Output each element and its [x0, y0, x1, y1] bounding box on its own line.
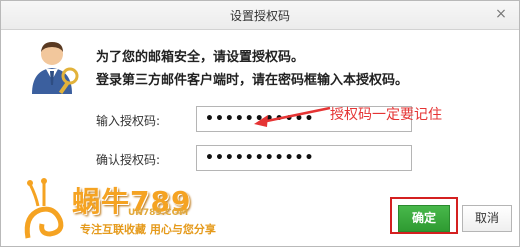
- annotation-text: 授权码一定要记住: [330, 107, 442, 123]
- annotation-arrow-icon: [254, 106, 331, 127]
- dialog-title: 设置授权码: [229, 9, 290, 23]
- watermark-slogan: 专注互联收藏 用心与您分享: [80, 223, 216, 236]
- dialog-titlebar: 设置授权码 ×: [1, 1, 519, 30]
- auth-code-label: 输入授权码:: [96, 114, 161, 128]
- security-message-line-1: 为了您的邮箱安全，请设置授权码。: [96, 50, 305, 65]
- watermark-url: UN789.COM: [128, 208, 189, 218]
- confirm-auth-code-label: 确认授权码:: [96, 153, 161, 167]
- ok-button[interactable]: 确定: [398, 205, 450, 232]
- cancel-button[interactable]: 取消: [462, 205, 512, 232]
- user-with-key-icon: [32, 42, 79, 95]
- close-icon[interactable]: ×: [493, 6, 509, 22]
- confirm-auth-code-input[interactable]: •••••••••••: [196, 145, 412, 171]
- security-message-line-2: 登录第三方邮件客户端时，请在密码框输入本授权码。: [96, 73, 409, 88]
